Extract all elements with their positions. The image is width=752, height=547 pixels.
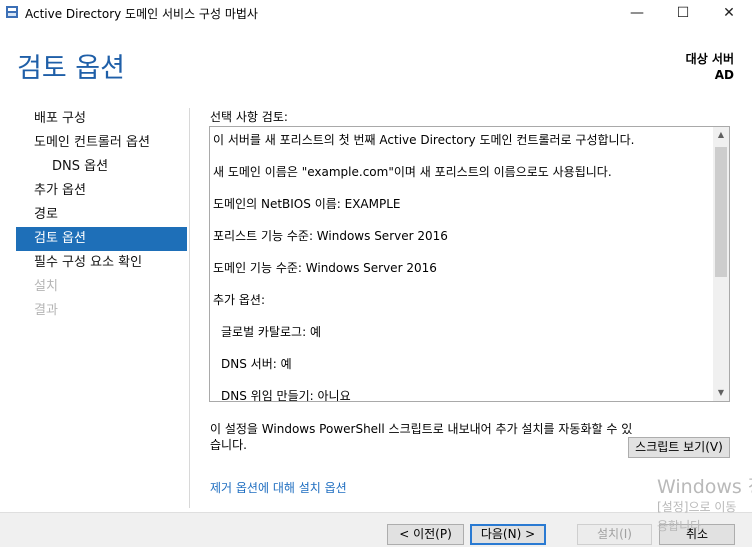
review-textbox[interactable]: 이 서버를 새 포리스트의 첫 번째 Active Directory 도메인 … <box>209 126 730 402</box>
review-label: 선택 사항 검토: <box>210 110 288 124</box>
target-server-info: 대상 서버 AD <box>686 51 734 83</box>
scroll-thumb[interactable] <box>715 147 727 277</box>
maximize-icon: ☐ <box>676 5 690 21</box>
target-server-name: AD <box>714 68 734 82</box>
activation-watermark-line: 용합니다. <box>657 519 705 533</box>
sidebar-item-label: 결과 <box>34 303 58 318</box>
review-line: 글로벌 카탈로그: 예 <box>221 325 321 339</box>
title-bar: Active Directory 도메인 서비스 구성 마법사 — ☐ ✕ <box>0 0 752 26</box>
minimize-button[interactable]: — <box>614 0 660 26</box>
powershell-note: 이 설정을 Windows PowerShell 스크립트로 내보내어 추가 설… <box>210 422 633 452</box>
activation-watermark-line: [설정]으로 이동 <box>657 500 737 514</box>
install-button: 설치(I) <box>577 524 652 545</box>
sidebar-item-installation: 설치 <box>16 275 187 299</box>
sidebar-item-additional-options[interactable]: 추가 옵션 <box>16 179 187 203</box>
more-about-link[interactable]: 제거 옵션에 대해 설치 옵션 <box>210 479 347 496</box>
maximize-button[interactable]: ☐ <box>660 0 706 26</box>
sidebar-item-label: 추가 옵션 <box>34 183 86 198</box>
scroll-down-icon[interactable]: ▼ <box>713 385 729 401</box>
review-line: 이 서버를 새 포리스트의 첫 번째 Active Directory 도메인 … <box>213 133 635 147</box>
target-server-label: 대상 서버 <box>685 52 734 66</box>
close-icon: ✕ <box>723 5 735 21</box>
sidebar-item-deployment-config[interactable]: 배포 구성 <box>16 107 187 131</box>
prev-button[interactable]: < 이전(P) <box>387 524 464 545</box>
scroll-up-icon[interactable]: ▲ <box>713 127 729 143</box>
sidebar-item-prerequisites[interactable]: 필수 구성 요소 확인 <box>16 251 187 275</box>
view-script-button[interactable]: 스크립트 보기(V) <box>628 437 730 458</box>
review-line: DNS 서버: 예 <box>221 357 292 371</box>
app-icon <box>5 5 19 19</box>
close-button[interactable]: ✕ <box>706 0 752 26</box>
sidebar-item-label: 경로 <box>34 207 58 222</box>
sidebar-item-label: 필수 구성 요소 확인 <box>34 255 143 270</box>
activation-watermark-title: Windows 정 <box>657 476 752 498</box>
review-line: 도메인 기능 수준: Windows Server 2016 <box>213 261 437 275</box>
sidebar-item-label: 설치 <box>34 279 58 294</box>
sidebar-item-label: DNS 옵션 <box>52 159 109 174</box>
next-button[interactable]: 다음(N) > <box>470 524 546 545</box>
sidebar-item-dc-options[interactable]: 도메인 컨트롤러 옵션 <box>16 131 187 155</box>
review-scrollbar[interactable]: ▲ ▼ <box>713 127 729 401</box>
sidebar-item-label: 배포 구성 <box>34 111 86 126</box>
sidebar-item-paths[interactable]: 경로 <box>16 203 187 227</box>
sidebar-item-label: 검토 옵션 <box>34 231 86 246</box>
review-line: 새 도메인 이름은 "example.com"이며 새 포리스트의 이름으로도 … <box>213 165 612 179</box>
review-line: 도메인의 NetBIOS 이름: EXAMPLE <box>213 197 401 211</box>
window-title: Active Directory 도메인 서비스 구성 마법사 <box>25 7 258 21</box>
minimize-icon: — <box>630 5 644 21</box>
sidebar-item-results: 결과 <box>16 299 187 323</box>
sidebar-item-label: 도메인 컨트롤러 옵션 <box>34 135 150 150</box>
review-line: DNS 위임 만들기: 아니요 <box>221 389 351 402</box>
review-line: 포리스트 기능 수준: Windows Server 2016 <box>213 229 448 243</box>
sidebar-item-review-options[interactable]: 검토 옵션 <box>16 227 187 251</box>
page-title: 검토 옵션 <box>17 53 125 84</box>
sidebar-item-dns-options[interactable]: DNS 옵션 <box>16 155 187 179</box>
sidebar-divider <box>189 108 190 508</box>
review-line: 추가 옵션: <box>213 293 266 307</box>
